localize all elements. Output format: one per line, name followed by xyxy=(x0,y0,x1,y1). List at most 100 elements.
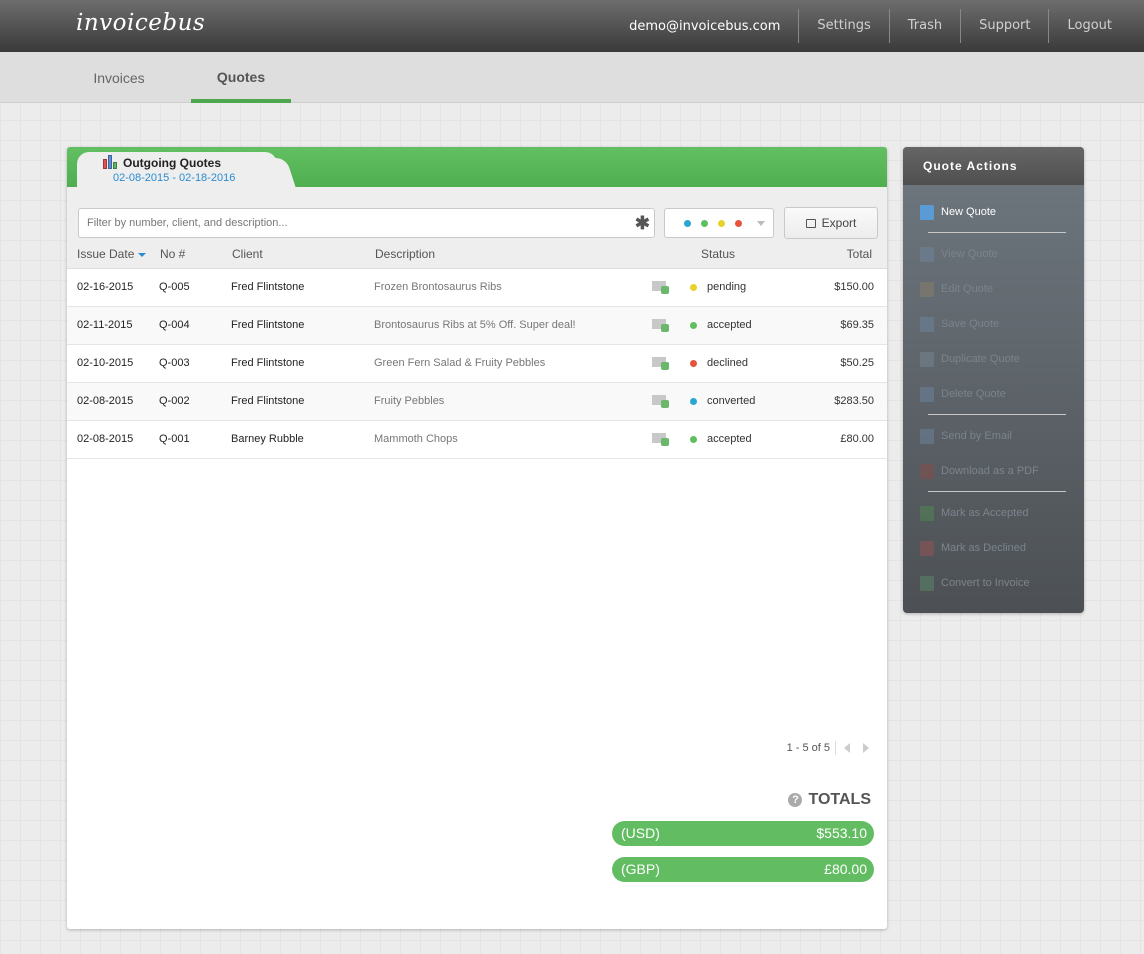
date-range[interactable]: 02-08-2015 - 02-18-2016 xyxy=(113,172,235,184)
divider xyxy=(928,414,1066,415)
cell-total: $150.00 xyxy=(834,281,874,293)
email-accepted-icon xyxy=(652,355,670,371)
status-dot-pending xyxy=(718,220,725,227)
top-nav: demo@invoicebus.com Settings Trash Suppo… xyxy=(629,0,1144,52)
cell-total: £80.00 xyxy=(840,433,874,445)
action-edit-quote[interactable]: Edit Quote xyxy=(920,279,993,299)
table-row[interactable]: 02-16-2015 Q-005 Fred Flintstone Frozen Bro… xyxy=(67,269,887,307)
user-email[interactable]: demo@invoicebus.com xyxy=(629,19,798,34)
check-circle-icon xyxy=(920,505,934,521)
action-label: New Quote xyxy=(941,206,997,218)
clear-filter-icon[interactable]: ✱ xyxy=(635,209,650,237)
action-label: Save Quote xyxy=(941,318,1000,330)
action-send-by-email[interactable]: Send by Email xyxy=(920,426,1012,446)
status-dot xyxy=(690,322,697,329)
col-description[interactable]: Description xyxy=(375,247,435,261)
col-no[interactable]: No # xyxy=(160,247,185,261)
prev-page-icon[interactable] xyxy=(844,743,850,753)
cell-issue-date: 02-08-2015 xyxy=(77,433,134,445)
nav-logout[interactable]: Logout xyxy=(1048,9,1144,43)
total-usd: (USD) $553.10 xyxy=(612,821,874,846)
logo[interactable]: invoicebus xyxy=(76,10,205,36)
col-issue-date[interactable]: Issue Date xyxy=(77,247,147,261)
new-document-icon xyxy=(920,204,934,220)
col-status[interactable]: Status xyxy=(701,247,735,261)
cell-status: converted xyxy=(707,395,756,407)
quote-actions-title: Quote Actions xyxy=(903,147,1084,185)
pagination-info: 1 - 5 of 5 xyxy=(786,742,830,754)
col-total[interactable]: Total xyxy=(847,247,872,261)
email-icon xyxy=(920,428,934,444)
status-dot-converted xyxy=(684,220,691,227)
nav-settings[interactable]: Settings xyxy=(798,9,888,43)
action-convert-to-invoice[interactable]: Convert to Invoice xyxy=(920,573,1030,593)
email-accepted-icon xyxy=(652,279,670,295)
cell-total: $50.25 xyxy=(840,357,874,369)
pdf-icon xyxy=(920,463,934,479)
save-icon xyxy=(920,316,934,332)
cell-client: Fred Flintstone xyxy=(231,357,305,369)
duplicate-icon xyxy=(920,351,934,367)
cell-issue-date: 02-11-2015 xyxy=(77,319,133,331)
action-save-quote[interactable]: Save Quote xyxy=(920,314,999,334)
action-label: Mark as Accepted xyxy=(941,507,1029,519)
next-page-icon[interactable] xyxy=(863,743,869,753)
status-dot xyxy=(690,360,697,367)
divider xyxy=(928,491,1066,492)
tab-quotes[interactable]: Quotes xyxy=(191,52,291,103)
cell-client: Fred Flintstone xyxy=(231,281,305,293)
cell-client: Fred Flintstone xyxy=(231,319,305,331)
table-row[interactable]: 02-10-2015 Q-003 Fred Flintstone Green Fern… xyxy=(67,345,887,383)
help-icon[interactable]: ? xyxy=(788,793,803,807)
filter-input[interactable]: Filter by number, client, and descriptio… xyxy=(78,208,655,238)
export-button[interactable]: Export xyxy=(784,207,878,239)
x-circle-icon xyxy=(920,540,934,556)
panel-title: Outgoing Quotes xyxy=(123,156,221,170)
action-delete-quote[interactable]: Delete Quote xyxy=(920,384,1006,404)
email-accepted-icon xyxy=(652,317,670,333)
action-new-quote[interactable]: New Quote xyxy=(920,202,996,222)
cell-number: Q-005 xyxy=(159,281,190,293)
total-gbp: (GBP) £80.00 xyxy=(612,857,874,882)
table-row[interactable]: 02-11-2015 Q-004 Fred Flintstone Brontosaur… xyxy=(67,307,887,345)
cell-total: $69.35 xyxy=(840,319,874,331)
status-dot-declined xyxy=(735,220,742,227)
outgoing-quotes-tab[interactable]: Outgoing Quotes 02-08-2015 - 02-18-2016 xyxy=(77,152,277,188)
cell-status: declined xyxy=(707,357,748,369)
action-label: Convert to Invoice xyxy=(941,577,1030,589)
bar-chart-icon xyxy=(103,155,119,169)
totals-heading: ? TOTALS xyxy=(788,791,871,809)
pagination: 1 - 5 of 5 xyxy=(787,741,869,755)
table-row[interactable]: 02-08-2015 Q-001 Barney Rubble Mammoth Chop… xyxy=(67,421,887,459)
export-icon xyxy=(805,219,816,228)
action-label: Download as a PDF xyxy=(941,465,1039,477)
nav-trash[interactable]: Trash xyxy=(888,9,960,43)
tab-invoices[interactable]: Invoices xyxy=(70,52,168,103)
action-label: View Quote xyxy=(941,248,998,260)
action-mark-as-accepted[interactable]: Mark as Accepted xyxy=(920,503,1028,523)
col-client[interactable]: Client xyxy=(232,247,263,261)
pagination-divider xyxy=(835,741,836,755)
document-icon xyxy=(920,246,934,262)
action-label: Send by Email xyxy=(941,430,1012,442)
nav-support[interactable]: Support xyxy=(960,9,1048,43)
status-filter-dropdown[interactable] xyxy=(664,208,774,238)
action-duplicate-quote[interactable]: Duplicate Quote xyxy=(920,349,1020,369)
status-dot xyxy=(690,436,697,443)
status-dot xyxy=(690,398,697,405)
col-issue-date-label: Issue Date xyxy=(77,247,135,261)
divider xyxy=(928,232,1066,233)
table-header: Issue Date No # Client Description Statu… xyxy=(67,245,887,269)
cell-description: Green Fern Salad & Fruity Pebbles xyxy=(374,357,546,369)
sort-desc-icon xyxy=(138,252,147,257)
cell-description: Mammoth Chops xyxy=(374,433,458,445)
action-view-quote[interactable]: View Quote xyxy=(920,244,998,264)
action-download-as-a-pdf[interactable]: Download as a PDF xyxy=(920,461,1039,481)
table-row[interactable]: 02-08-2015 Q-002 Fred Flintstone Fruity Peb… xyxy=(67,383,887,421)
cell-client: Barney Rubble xyxy=(231,433,304,445)
convert-icon xyxy=(920,575,934,591)
action-mark-as-declined[interactable]: Mark as Declined xyxy=(920,538,1026,558)
status-dot-accepted xyxy=(701,220,708,227)
sub-nav: Invoices Quotes xyxy=(0,52,1144,103)
top-bar: invoicebus demo@invoicebus.com Settings … xyxy=(0,0,1144,52)
